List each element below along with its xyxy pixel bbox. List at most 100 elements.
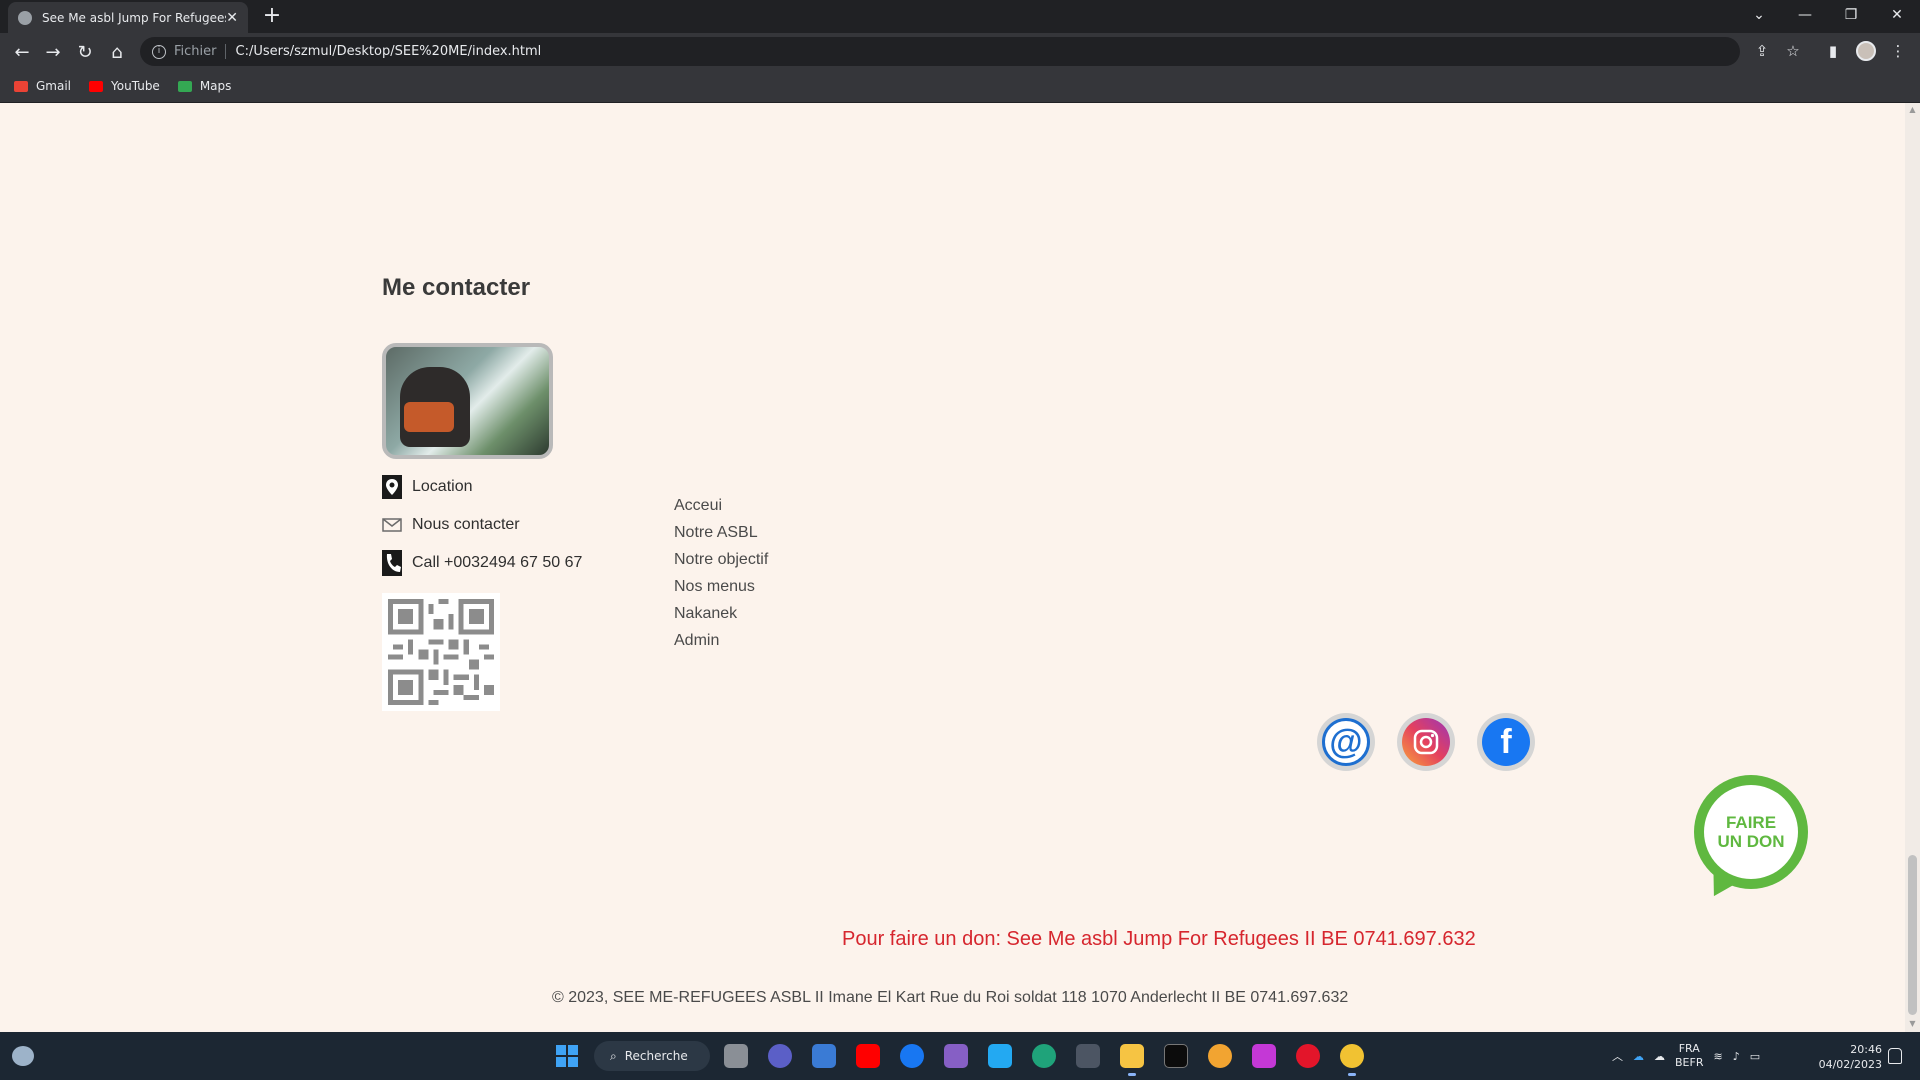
facebook-icon: f bbox=[1482, 718, 1530, 766]
envelope-icon bbox=[382, 513, 402, 537]
search-icon: ⌕ bbox=[610, 1048, 617, 1063]
nav-link-nakanek[interactable]: Nakanek bbox=[674, 604, 768, 624]
call-row[interactable]: Call +0032494 67 50 67 bbox=[382, 550, 583, 576]
instagram-icon bbox=[1402, 718, 1450, 766]
bookmarks-bar: Gmail YouTube Maps bbox=[0, 70, 1920, 103]
browser-toolbar: ← → ↻ ⌂ i Fichier C:/Users/szmul/Desktop… bbox=[0, 33, 1920, 70]
windows-start-icon[interactable] bbox=[556, 1045, 578, 1067]
chrome-icon[interactable] bbox=[1340, 1044, 1364, 1076]
minimize-button[interactable]: — bbox=[1782, 0, 1828, 30]
profile-avatar[interactable] bbox=[1856, 41, 1876, 61]
scroll-down-icon[interactable]: ▼ bbox=[1908, 1019, 1917, 1028]
share-icon[interactable]: ⇪ bbox=[1752, 41, 1772, 61]
info-icon[interactable]: i bbox=[152, 44, 166, 59]
clock-time: 20:46 bbox=[1850, 1043, 1882, 1056]
facebook-social-button[interactable]: f bbox=[1477, 713, 1535, 771]
clock-date: 04/02/2023 bbox=[1818, 1058, 1882, 1071]
taskbar-search-label: Recherche bbox=[624, 1049, 688, 1063]
forward-button[interactable]: → bbox=[40, 39, 66, 65]
visual-studio-icon[interactable] bbox=[944, 1044, 968, 1068]
contact-us-label: Nous contacter bbox=[412, 516, 520, 533]
contact-us-row[interactable]: Nous contacter bbox=[382, 513, 520, 537]
taskbar-search[interactable]: ⌕ Recherche bbox=[594, 1041, 710, 1071]
restore-button[interactable]: ❐ bbox=[1828, 0, 1874, 30]
lang-line1: FRA bbox=[1678, 1042, 1700, 1055]
page-scrollbar[interactable]: ▲ ▼ bbox=[1905, 103, 1920, 1032]
nav-link-notre-asbl[interactable]: Notre ASBL bbox=[674, 523, 768, 543]
paint-icon[interactable] bbox=[1252, 1044, 1276, 1068]
maps-icon bbox=[177, 80, 192, 92]
side-panel-icon[interactable]: ▮ bbox=[1823, 41, 1843, 61]
cloud-icon[interactable]: ☁ bbox=[1654, 1050, 1665, 1063]
email-social-button[interactable]: @ bbox=[1317, 713, 1375, 771]
copyright-text: © 2023, SEE ME-REFUGEES ASBL II Imane El… bbox=[552, 989, 1349, 1006]
phone-icon bbox=[382, 550, 402, 576]
notification-bell-icon[interactable] bbox=[1888, 1048, 1902, 1064]
browser-tab[interactable]: See Me asbl Jump For Refugees ✕ bbox=[8, 2, 248, 33]
location-label: Location bbox=[412, 478, 473, 495]
tab-title: See Me asbl Jump For Refugees bbox=[42, 10, 227, 25]
input-language[interactable]: FRA BEFR bbox=[1675, 1042, 1703, 1070]
location-row[interactable]: Location bbox=[382, 475, 473, 499]
youtube-app-icon[interactable] bbox=[856, 1044, 880, 1068]
url-text[interactable]: C:/Users/szmul/Desktop/SEE%20ME/index.ht… bbox=[236, 44, 542, 59]
terminal-icon[interactable] bbox=[1164, 1044, 1188, 1068]
bookmark-label: YouTube bbox=[111, 79, 160, 93]
call-label: Call +0032494 67 50 67 bbox=[412, 554, 583, 571]
bookmark-star-icon[interactable]: ☆ bbox=[1783, 41, 1803, 61]
vscode-icon[interactable] bbox=[988, 1044, 1012, 1068]
edge-icon[interactable] bbox=[1032, 1044, 1056, 1068]
nav-link-nos-menus[interactable]: Nos menus bbox=[674, 577, 768, 597]
bookmark-label: Gmail bbox=[36, 79, 72, 93]
scroll-up-icon[interactable]: ▲ bbox=[1908, 105, 1917, 114]
nav-link-notre-objectif[interactable]: Notre objectif bbox=[674, 550, 768, 570]
bookmark-youtube[interactable]: YouTube bbox=[89, 79, 160, 93]
wifi-icon[interactable]: ≋ bbox=[1713, 1050, 1722, 1063]
opera-icon[interactable] bbox=[1296, 1044, 1320, 1068]
taskbar: ⌕ Recherche ︿ ☁ ☁ FRA BEFR ≋ ♪ ▭ 20:46 0… bbox=[0, 1032, 1920, 1080]
reload-button[interactable]: ↻ bbox=[72, 39, 98, 65]
menu-icon[interactable]: ⋮ bbox=[1888, 41, 1908, 61]
donate-badge[interactable]: FAIRE UN DON bbox=[1694, 775, 1808, 889]
chevron-up-icon[interactable]: ︿ bbox=[1612, 1048, 1623, 1064]
new-tab-button[interactable]: + bbox=[260, 5, 284, 29]
home-button[interactable]: ⌂ bbox=[104, 39, 130, 65]
bookmark-gmail[interactable]: Gmail bbox=[14, 79, 71, 93]
contact-heading: Me contacter bbox=[382, 274, 531, 301]
tab-close-icon[interactable]: ✕ bbox=[226, 10, 238, 26]
nav-link-admin[interactable]: Admin bbox=[674, 631, 768, 651]
page-viewport: Me contacter Location Nous contacter Cal… bbox=[0, 103, 1920, 1032]
store-icon[interactable] bbox=[812, 1044, 836, 1068]
back-button[interactable]: ← bbox=[9, 39, 35, 65]
tab-search-icon[interactable]: ⌄ bbox=[1736, 0, 1782, 30]
browser-tab-bar: See Me asbl Jump For Refugees ✕ + ⌄ — ❐ … bbox=[0, 0, 1920, 33]
url-scheme: Fichier bbox=[174, 44, 226, 59]
teams-chat-icon[interactable] bbox=[768, 1044, 792, 1068]
clock[interactable]: 20:46 04/02/2023 bbox=[1812, 1042, 1882, 1072]
battery-icon[interactable]: ▭ bbox=[1750, 1050, 1760, 1063]
lang-line2: BEFR bbox=[1675, 1056, 1704, 1069]
donate-text: Pour faire un don: See Me asbl Jump For … bbox=[842, 928, 1476, 950]
onedrive-icon[interactable]: ☁ bbox=[1633, 1050, 1644, 1063]
globe-icon bbox=[18, 10, 32, 25]
close-window-button[interactable]: ✕ bbox=[1874, 0, 1920, 30]
file-explorer-icon[interactable] bbox=[1120, 1044, 1144, 1076]
instagram-social-button[interactable] bbox=[1397, 713, 1455, 771]
scrollbar-thumb[interactable] bbox=[1908, 855, 1917, 1015]
task-view-icon[interactable] bbox=[724, 1044, 748, 1068]
youtube-icon bbox=[89, 80, 104, 92]
footer-nav: Acceui Notre ASBL Notre objectif Nos men… bbox=[674, 496, 768, 651]
donate-badge-line2: UN DON bbox=[1717, 832, 1785, 851]
bookmark-maps[interactable]: Maps bbox=[177, 79, 231, 93]
gmail-icon bbox=[14, 80, 28, 92]
contact-photo bbox=[382, 343, 553, 459]
email-icon: @ bbox=[1322, 718, 1370, 766]
facebook-app-icon[interactable] bbox=[900, 1044, 924, 1068]
weather-icon[interactable] bbox=[12, 1046, 34, 1066]
nav-link-acceui[interactable]: Acceui bbox=[674, 496, 768, 516]
volume-icon[interactable]: ♪ bbox=[1733, 1050, 1740, 1063]
system-tray: ︿ ☁ ☁ FRA BEFR ≋ ♪ ▭ bbox=[1612, 1032, 1760, 1080]
unity-icon[interactable] bbox=[1076, 1044, 1100, 1068]
brave-icon[interactable] bbox=[1208, 1044, 1232, 1068]
address-bar[interactable]: i Fichier C:/Users/szmul/Desktop/SEE%20M… bbox=[140, 37, 1740, 66]
